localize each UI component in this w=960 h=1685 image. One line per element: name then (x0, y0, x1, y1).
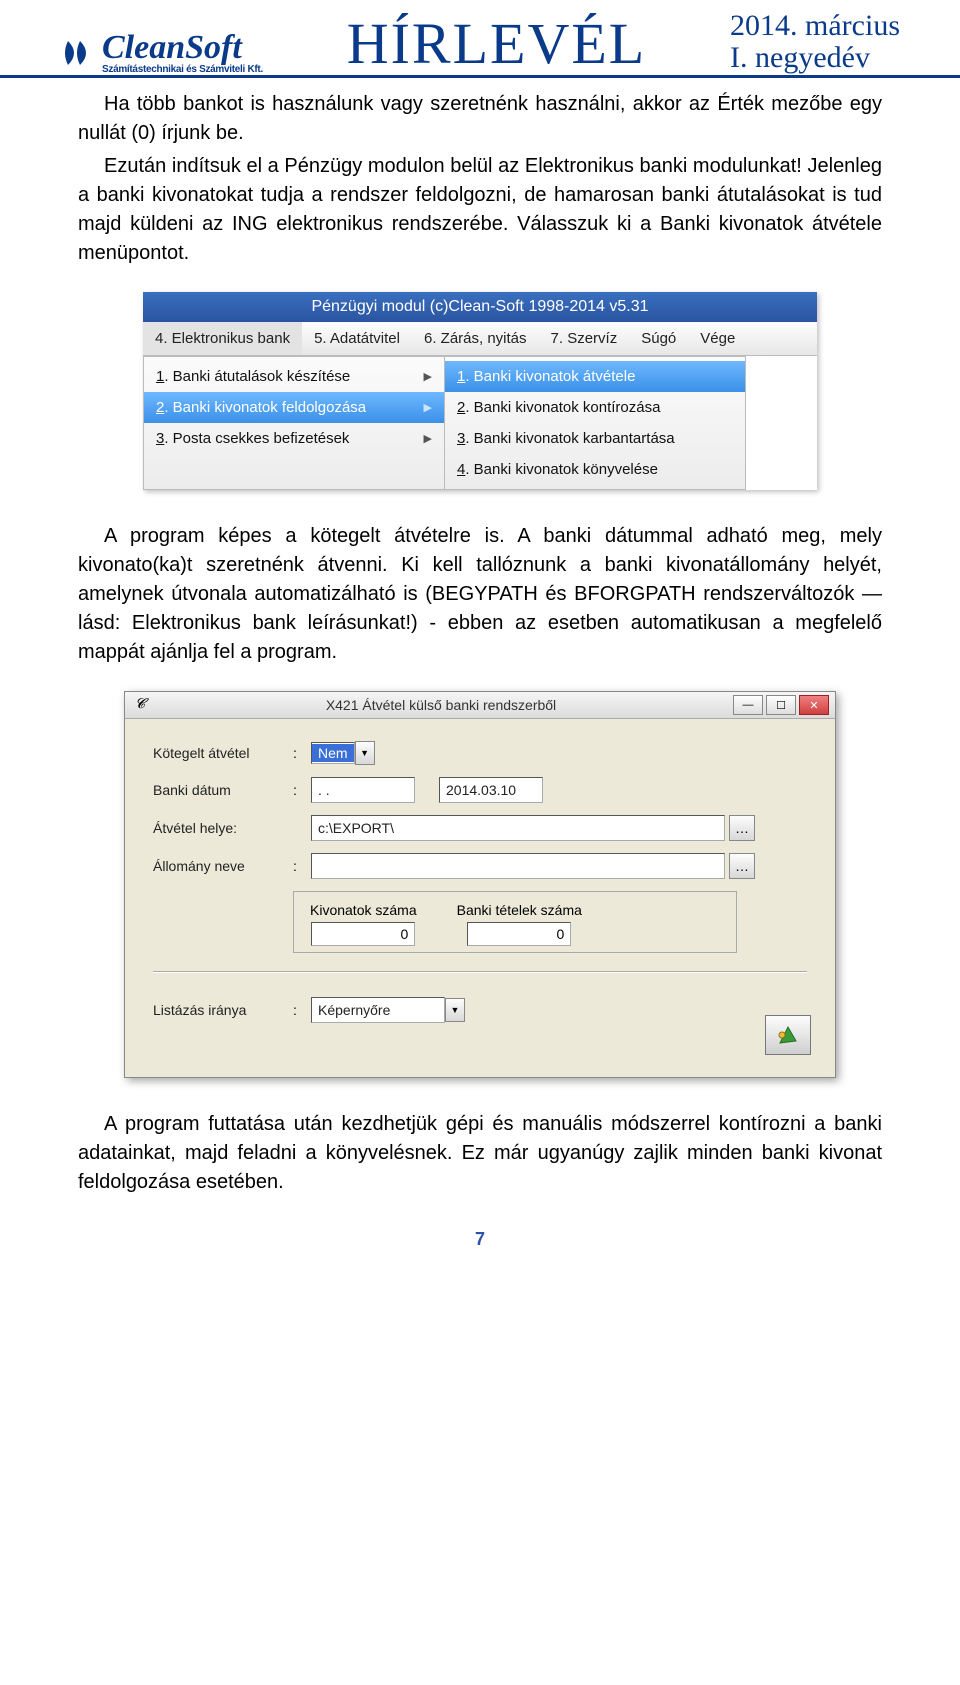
submenu-level1: 1. Banki átutalások készítése ▶ 2. Banki… (143, 356, 445, 490)
app-icon: 𝓒 (131, 697, 149, 713)
chevron-right-icon: ▶ (424, 401, 432, 414)
dialog-screenshot: 𝓒 X421 Átvétel külső banki rendszerből —… (124, 691, 836, 1078)
menu-bar: 4. Elektronikus bank 5. Adatátvitel 6. Z… (143, 322, 817, 356)
label-list-direction: Listázás iránya (153, 1002, 293, 1018)
logo-icon (60, 35, 96, 71)
menu-screenshot: Pénzügyi modul (c)Clean-Soft 1998-2014 v… (143, 292, 817, 490)
maximize-button[interactable]: ☐ (766, 695, 796, 715)
label-filename: Állomány neve (153, 858, 293, 874)
menu-exit[interactable]: Vége (688, 322, 747, 355)
path-input[interactable]: c:\EXPORT\ (311, 815, 725, 841)
date-line-1: 2014. március (730, 10, 900, 42)
chevron-down-icon[interactable]: ▼ (445, 998, 465, 1022)
page-header: CleanSoft Számítástechnikai és Számvitel… (0, 0, 960, 78)
item-count-value: 0 (467, 922, 571, 946)
list-direction-combo[interactable]: Képernyőre ▼ (311, 997, 465, 1023)
close-button[interactable]: ✕ (799, 695, 829, 715)
submenu-take-over[interactable]: 1. Banki kivonatok átvétele (445, 361, 745, 392)
minimize-button[interactable]: — (733, 695, 763, 715)
menu-close-open[interactable]: 6. Zárás, nyitás (412, 322, 539, 355)
submenu-statements-processing[interactable]: 2. Banki kivonatok feldolgozása ▶ (144, 392, 444, 423)
date-from-input[interactable]: . . (311, 777, 415, 803)
label: . Banki kivonatok karbantartása (465, 430, 674, 447)
logo-brand: CleanSoft (102, 31, 263, 65)
paragraph-3: A program képes a kötegelt átvételre is.… (78, 522, 882, 667)
menu-help[interactable]: Súgó (629, 322, 688, 355)
date-block: 2014. március I. negyedév (730, 10, 900, 75)
label: . Banki kivonatok feldolgozása (164, 399, 366, 416)
dialog-title: X421 Átvétel külső banki rendszerből (149, 697, 733, 713)
submenu-level2: 1. Banki kivonatok átvétele 2. Banki kiv… (444, 356, 746, 490)
page-number: 7 (0, 1201, 960, 1268)
divider (153, 971, 807, 973)
headline: HÍRLEVÉL (347, 15, 647, 75)
logo-sub: Számítástechnikai és Számviteli Kft. (102, 65, 263, 75)
batch-value: Nem (312, 744, 354, 762)
browse-file-button[interactable]: … (729, 853, 755, 879)
statement-count-value: 0 (311, 922, 415, 946)
submenu-maintenance[interactable]: 3. Banki kivonatok karbantartása (445, 423, 745, 454)
run-button[interactable] (765, 1015, 811, 1055)
submenu-postal-cheque[interactable]: 3. Posta csekkes befizetések ▶ (144, 423, 444, 454)
chevron-right-icon: ▶ (424, 370, 432, 383)
menu-data-transfer[interactable]: 5. Adatátvitel (302, 322, 412, 355)
label-batch: Kötegelt átvétel (153, 745, 293, 761)
label: . Posta csekkes befizetések (164, 430, 349, 447)
colon: : (293, 1002, 311, 1018)
date-line-2: I. negyedév (730, 42, 900, 74)
filename-input[interactable] (311, 853, 725, 879)
paragraph-1: Ha több bankot is használunk vagy szeret… (78, 90, 882, 148)
label: . Banki kivonatok kontírozása (465, 399, 660, 416)
run-icon (774, 1023, 802, 1047)
submenu-kontirozasa[interactable]: 2. Banki kivonatok kontírozása (445, 392, 745, 423)
menu-window-title: Pénzügyi modul (c)Clean-Soft 1998-2014 v… (143, 292, 817, 322)
browse-path-button[interactable]: … (729, 815, 755, 841)
paragraph-4: A program futtatása után kezdhetjük gépi… (78, 1110, 882, 1197)
label: . Banki átutalások készítése (164, 368, 350, 385)
submenu-transfers[interactable]: 1. Banki átutalások készítése ▶ (144, 361, 444, 392)
label-statement-count: Kivonatok száma (310, 902, 417, 918)
list-direction-value: Képernyőre (311, 997, 445, 1023)
paragraph-2: Ezután indítsuk el a Pénzügy modulon bel… (78, 152, 882, 268)
date-to-input[interactable]: 2014.03.10 (439, 777, 543, 803)
menu-electronic-bank[interactable]: 4. Elektronikus bank (143, 322, 302, 355)
counts-groupbox: Kivonatok száma 0 Banki tételek száma 0 (293, 891, 737, 953)
colon: : (293, 745, 311, 761)
menu-service[interactable]: 7. Szervíz (539, 322, 630, 355)
colon: : (293, 858, 311, 874)
label: . Banki kivonatok átvétele (465, 368, 635, 385)
submenu-booking[interactable]: 4. Banki kivonatok könyvelése (445, 454, 745, 485)
label-item-count: Banki tételek száma (457, 902, 582, 918)
label: . Banki kivonatok könyvelése (465, 461, 658, 478)
chevron-down-icon[interactable]: ▼ (355, 741, 375, 765)
batch-combo[interactable]: Nem ▼ (311, 741, 375, 765)
colon: : (293, 782, 311, 798)
label-path: Átvétel helye: (153, 820, 293, 836)
label-bank-date: Banki dátum (153, 782, 293, 798)
chevron-right-icon: ▶ (424, 432, 432, 445)
logo-block: CleanSoft Számítástechnikai és Számvitel… (60, 31, 263, 75)
